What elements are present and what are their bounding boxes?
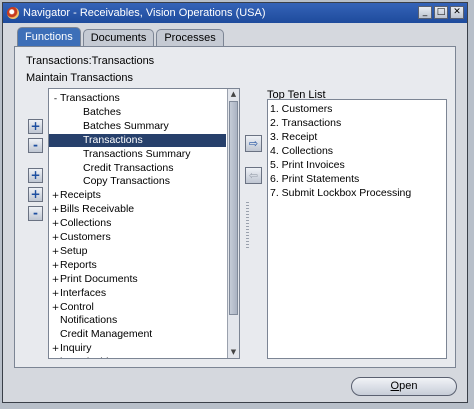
tree-item-label: Transactions Summary (83, 147, 191, 160)
minimize-button[interactable]: _ (418, 6, 432, 19)
tree-item-label: Credit Transactions (83, 161, 174, 174)
scroll-down-icon[interactable]: ▼ (228, 347, 239, 358)
collapse-button[interactable]: - (28, 138, 43, 153)
expand-node-icon[interactable]: + (51, 246, 60, 259)
maximize-button[interactable]: □ (434, 6, 448, 19)
tree-item[interactable]: Transactions Summary (49, 148, 226, 161)
tree-item[interactable]: Batches Summary (49, 120, 226, 133)
expand-node-icon[interactable]: + (51, 274, 60, 287)
tree-item[interactable]: +Bills Receivable (49, 203, 226, 216)
topten-item[interactable]: 3. Receipt (270, 130, 317, 144)
tree-item[interactable]: Transactions (49, 133, 226, 147)
tree-item-label: Inquiry (60, 342, 92, 355)
tree-item-label: Control (60, 300, 94, 313)
tree-item[interactable]: +Setup (49, 245, 226, 258)
tree-item-label: Bills Receivable (60, 203, 135, 216)
tree-item[interactable]: +Customers (49, 231, 226, 244)
tree-item-label: Receipts (60, 189, 101, 202)
expand-all-button[interactable]: + (28, 187, 43, 202)
tree-item[interactable]: +Interfaces (49, 287, 226, 300)
expand-node-icon[interactable]: + (51, 232, 60, 245)
expand-node-icon[interactable]: + (51, 204, 60, 217)
tree-item-label: Notifications (60, 314, 118, 327)
navigator-window: Navigator - Receivables, Vision Operatio… (2, 2, 468, 403)
expand-node-icon[interactable]: + (51, 218, 60, 231)
add-to-topten-button[interactable]: ⇨ (245, 135, 262, 152)
tree-item-label: Credit Management (60, 328, 153, 341)
tree-item-label: Reports (60, 258, 97, 271)
tree-item[interactable]: Copy Transactions (49, 175, 226, 188)
tree-item[interactable]: +Print Documents (49, 273, 226, 286)
collapse-node-icon[interactable]: - (51, 93, 60, 106)
tree-item[interactable]: - Transactions (49, 92, 226, 105)
oracle-app-icon (7, 7, 19, 19)
expand-node-icon[interactable]: + (51, 343, 60, 356)
tree-item[interactable]: +Control (49, 301, 226, 314)
open-button-mnemonic: O (390, 380, 400, 392)
tree-scrollbar[interactable]: ▲ ▼ (227, 89, 239, 358)
pane-splitter[interactable] (246, 202, 249, 250)
tree-item-label: Transactions (60, 92, 120, 104)
topten-item[interactable]: 5. Print Invoices (270, 158, 345, 172)
expand-button[interactable]: + (28, 119, 43, 134)
tree-item[interactable]: iReceivables (49, 356, 226, 358)
tree-item[interactable]: +Inquiry (49, 342, 226, 355)
tree-item-label: Print Documents (60, 272, 138, 285)
expand-node-icon[interactable]: + (51, 260, 60, 273)
tab-strip: Functions Documents Processes (17, 27, 224, 46)
tree-item-label: iReceivables (60, 356, 120, 358)
tree-item-label: Batches Summary (83, 119, 169, 132)
expand-node-icon[interactable]: + (51, 288, 60, 301)
tree-item-label: Copy Transactions (83, 175, 170, 188)
tree-item-label: Customers (60, 231, 111, 243)
functions-panel: Transactions:Transactions Maintain Trans… (14, 46, 456, 368)
section-label: Maintain Transactions (26, 72, 133, 84)
tree-item[interactable]: +Reports (49, 259, 226, 272)
expand-node-icon[interactable]: + (51, 302, 60, 315)
close-button[interactable]: ✕ (450, 6, 464, 19)
topten-item[interactable]: 6. Print Statements (270, 172, 359, 186)
remove-from-topten-button[interactable]: ⇦ (245, 167, 262, 184)
tree-item[interactable]: Notifications (49, 314, 226, 327)
tree-item[interactable]: +Collections (49, 217, 226, 230)
scroll-thumb[interactable] (229, 101, 238, 315)
tree-item-label: Interfaces (60, 286, 107, 299)
expand-branch-button[interactable]: + (28, 168, 43, 183)
tree-item[interactable]: Batches (49, 106, 226, 119)
topten-item[interactable]: 4. Collections (270, 144, 333, 158)
open-button-label: pen (399, 380, 418, 392)
topten-item[interactable]: 1. Customers (270, 102, 332, 116)
open-button[interactable]: Open (351, 377, 457, 396)
tree-item-label: Batches (83, 105, 121, 118)
current-path: Transactions:Transactions (26, 55, 155, 67)
topten-list[interactable]: 1. Customers 2. Transactions 3. Receipt 4. … (267, 99, 447, 359)
tree-item[interactable]: Credit Management (49, 328, 226, 341)
tree-item[interactable]: Credit Transactions (49, 162, 226, 175)
tab-documents[interactable]: Documents (82, 29, 155, 46)
tree-item-label: Transactions (83, 133, 143, 146)
window-controls: _ □ ✕ (418, 6, 464, 19)
tab-processes[interactable]: Processes (156, 29, 224, 46)
expand-node-icon[interactable]: + (51, 190, 60, 203)
scroll-up-icon[interactable]: ▲ (228, 89, 239, 100)
function-tree[interactable]: iReceivables+InquiryCredit ManagementNot… (48, 88, 240, 359)
tab-functions[interactable]: Functions (17, 27, 81, 46)
collapse-all-button[interactable]: - (28, 206, 43, 221)
tree-item[interactable]: +Receipts (49, 189, 226, 202)
topten-item[interactable]: 2. Transactions (270, 116, 341, 130)
window-title: Navigator - Receivables, Vision Operatio… (23, 7, 266, 19)
topten-item[interactable]: 7. Submit Lockbox Processing (270, 186, 411, 200)
title-bar[interactable]: Navigator - Receivables, Vision Operatio… (3, 3, 467, 23)
tree-item-label: Setup (60, 244, 88, 257)
tree-item-label: Collections (60, 217, 112, 230)
